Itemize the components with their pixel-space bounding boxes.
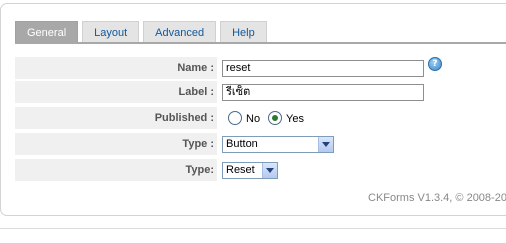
published-yes-radio[interactable]: [268, 111, 282, 125]
divider: [0, 228, 506, 229]
tab-advanced[interactable]: Advanced: [143, 21, 217, 42]
name-label: Name :: [15, 57, 217, 79]
chevron-down-icon[interactable]: [318, 137, 333, 152]
published-row: Published : No Yes: [15, 107, 506, 129]
type2-select-value: Reset: [226, 164, 255, 176]
published-no-radio[interactable]: [228, 111, 242, 125]
footer-version: CKForms V1.3.4, © 2008-2009: [368, 192, 506, 204]
type2-select[interactable]: Reset: [222, 162, 278, 179]
tab-bar: General Layout Advanced Help: [15, 21, 271, 42]
label-row: Label : รีเซ็ต: [15, 81, 506, 103]
tab-layout[interactable]: Layout: [82, 21, 140, 42]
type-select-value: Button: [226, 138, 258, 150]
chevron-down-icon[interactable]: [262, 163, 277, 178]
type2-label: Type:: [15, 159, 217, 181]
help-icon[interactable]: ?: [428, 57, 442, 71]
label-label: Label :: [15, 81, 217, 103]
type-select[interactable]: Button: [222, 136, 334, 153]
type-label: Type :: [15, 133, 217, 155]
published-no-label[interactable]: No: [246, 107, 260, 131]
type2-row: Type: Reset: [15, 159, 506, 181]
name-input[interactable]: reset: [222, 60, 424, 77]
label-input[interactable]: รีเซ็ต: [222, 84, 424, 101]
published-label: Published :: [15, 107, 217, 129]
tab-underline: [15, 42, 506, 44]
type-row: Type : Button: [15, 133, 506, 155]
tab-help[interactable]: Help: [220, 21, 267, 42]
published-yes-label[interactable]: Yes: [286, 107, 304, 131]
tab-general[interactable]: General: [15, 21, 79, 42]
